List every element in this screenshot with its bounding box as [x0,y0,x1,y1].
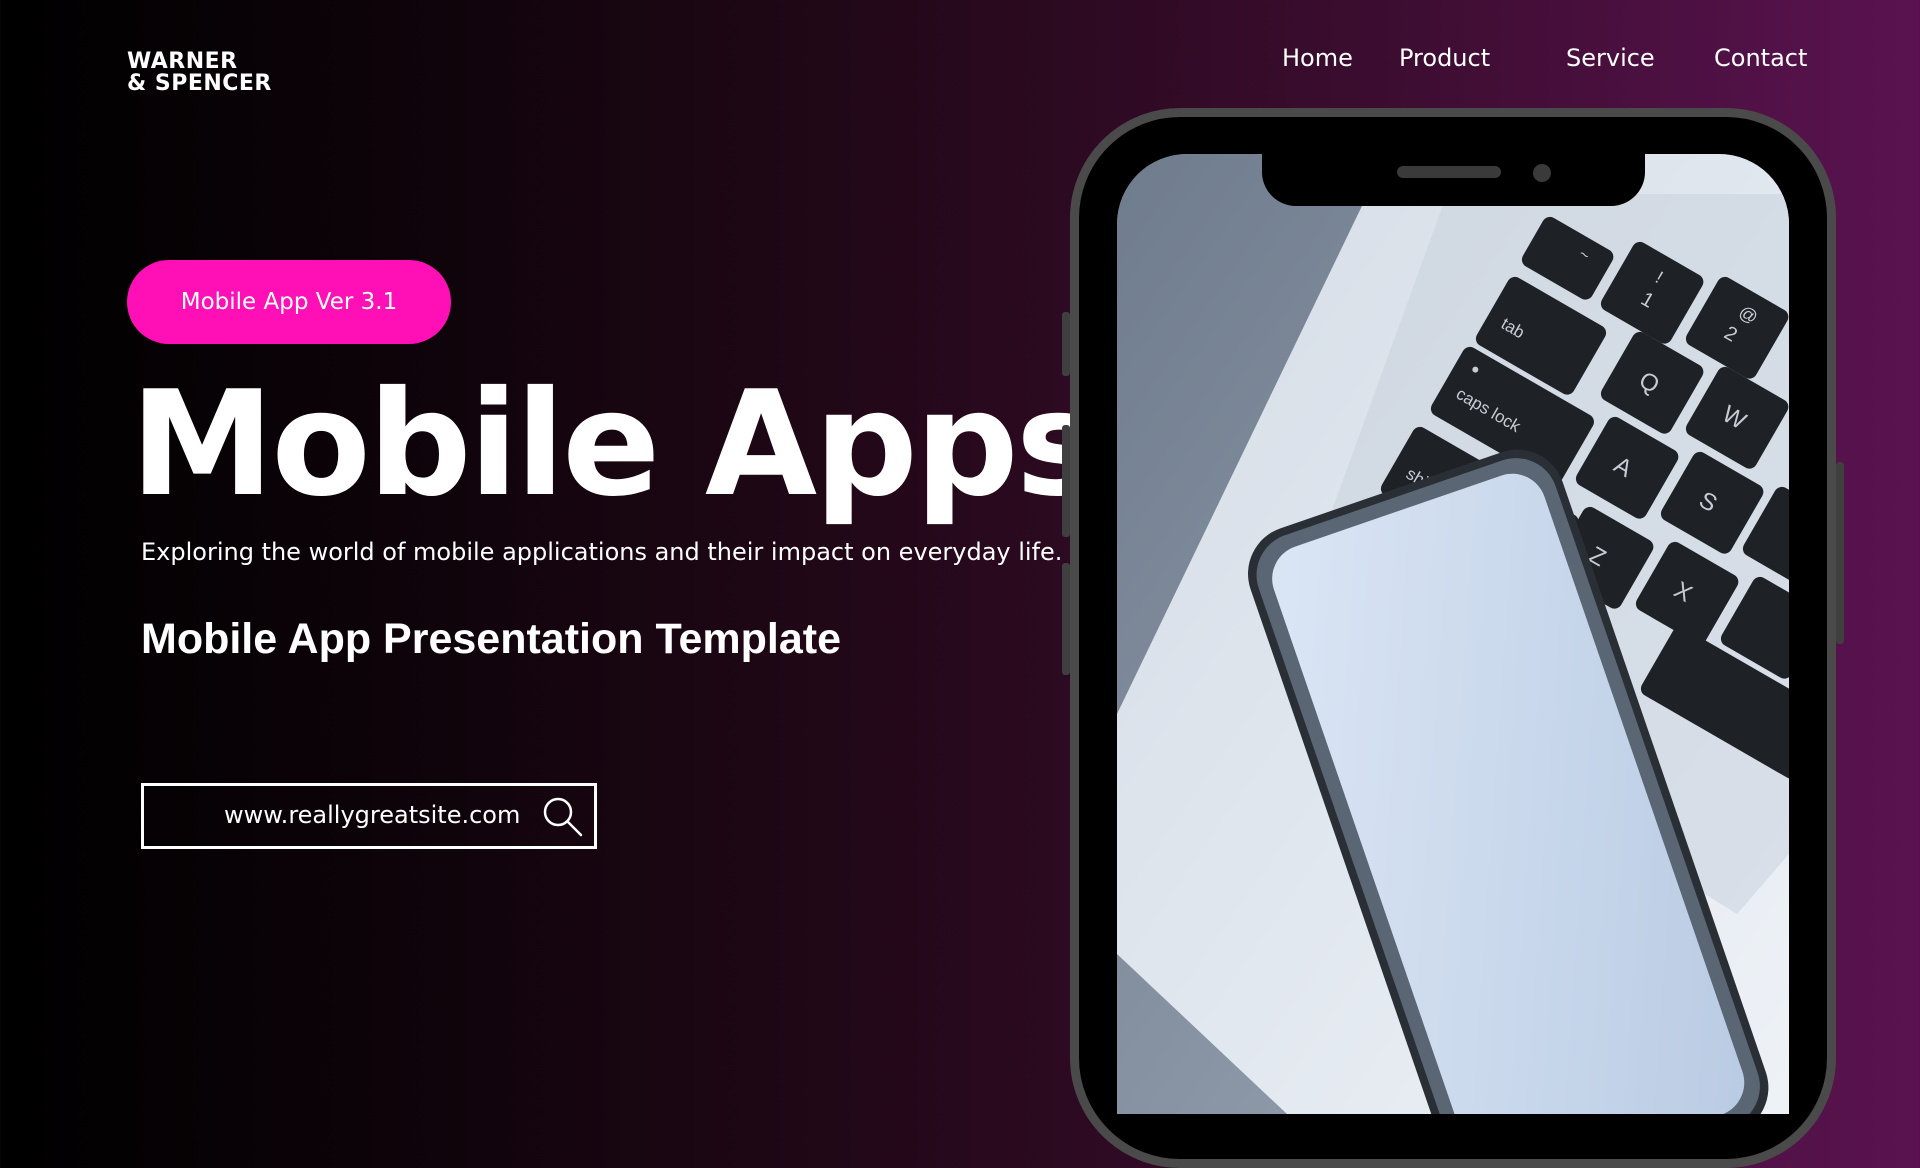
hero-subtitle: Exploring the world of mobile applicatio… [141,538,1063,566]
nav-product[interactable]: Product [1399,44,1490,72]
phone-camera [1533,164,1551,182]
phone-volume-button-top [1062,312,1070,376]
search-icon[interactable] [541,795,585,839]
phone-volume-button-middle [1062,425,1070,537]
phone-notch [1262,148,1645,206]
nav-home[interactable]: Home [1282,44,1353,72]
phone-power-button [1836,462,1844,644]
phone-speaker [1397,166,1501,178]
nav-service[interactable]: Service [1566,44,1655,72]
phone-volume-button-bottom [1062,563,1070,675]
phone-screen-photo: ~ !1 @2 tab Q W caps lock A S shift Z X [1117,154,1789,1114]
url-search-box[interactable]: www.reallygreatsite.com [141,783,597,849]
nav-contact[interactable]: Contact [1714,44,1807,72]
laptop-phone-photo: ~ !1 @2 tab Q W caps lock A S shift Z X [1117,154,1789,1114]
top-nav: Home Product Service Contact [0,44,1920,78]
template-title: Mobile App Presentation Template [141,615,842,663]
url-search-value[interactable]: www.reallygreatsite.com [224,801,520,829]
hero-title: Mobile Apps [130,360,1102,529]
version-badge-button[interactable]: Mobile App Ver 3.1 [127,260,451,344]
